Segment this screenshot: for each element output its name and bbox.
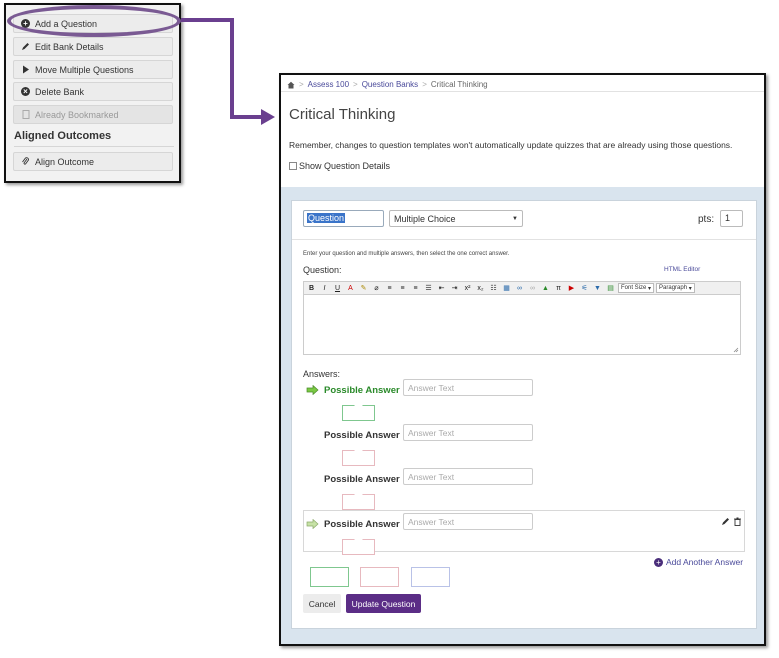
answer-text-input[interactable]: Answer Text bbox=[403, 513, 533, 530]
answer-text-input[interactable]: Answer Text bbox=[403, 468, 533, 485]
align-center-button[interactable]: ≡ bbox=[397, 283, 408, 293]
link-button[interactable]: ∞ bbox=[514, 283, 525, 293]
answer-comment-box[interactable] bbox=[342, 405, 375, 421]
answers-label: Answers: bbox=[303, 369, 341, 379]
breadcrumb-course[interactable]: Assess 100 bbox=[308, 80, 349, 89]
underline-button[interactable]: U bbox=[332, 283, 343, 293]
breadcrumb-separator: > bbox=[353, 80, 358, 89]
divider bbox=[292, 239, 756, 240]
divider bbox=[281, 91, 764, 92]
general-comments-box[interactable] bbox=[411, 567, 450, 587]
wrong-comments-box[interactable] bbox=[360, 567, 399, 587]
trash-icon[interactable] bbox=[733, 517, 742, 526]
answer-comment-box[interactable] bbox=[342, 494, 375, 510]
html-editor-link[interactable]: HTML Editor bbox=[664, 266, 700, 273]
filter-button[interactable]: ▼ bbox=[592, 283, 603, 293]
question-text-area[interactable] bbox=[303, 295, 741, 355]
question-editor: Question Multiple Choice ▼ pts: 1 Enter … bbox=[291, 200, 757, 629]
text-color-button[interactable]: A bbox=[345, 283, 356, 293]
align-left-button[interactable]: ≡ bbox=[384, 283, 395, 293]
update-question-button[interactable]: Update Question bbox=[346, 594, 421, 613]
breadcrumb-separator: > bbox=[299, 80, 304, 89]
possible-answer-label: Possible Answer bbox=[324, 474, 400, 485]
media-button[interactable]: ▶ bbox=[566, 283, 577, 293]
breadcrumb-question-banks[interactable]: Question Banks bbox=[362, 80, 418, 89]
subscript-button[interactable]: x₂ bbox=[475, 283, 486, 293]
superscript-button[interactable]: x² bbox=[462, 283, 473, 293]
answer-comment-box[interactable] bbox=[342, 450, 375, 466]
answer-text-input[interactable]: Answer Text bbox=[403, 379, 533, 396]
font-size-select[interactable]: Font Size ▾ bbox=[618, 283, 655, 293]
equation-button[interactable]: π bbox=[553, 283, 564, 293]
notice-text: Remember, changes to question templates … bbox=[289, 140, 733, 150]
possible-answer-label: Possible Answer bbox=[324, 430, 400, 441]
points-label: pts: bbox=[698, 214, 715, 225]
add-another-answer-link[interactable]: + Add Another Answer bbox=[654, 557, 743, 567]
outdent-button[interactable]: ⇤ bbox=[436, 283, 447, 293]
answer-row-actions bbox=[721, 517, 742, 526]
paragraph-select[interactable]: Paragraph ▾ bbox=[656, 283, 695, 293]
set-correct-arrow-icon[interactable] bbox=[306, 519, 319, 529]
unlink-button[interactable]: ∞ bbox=[527, 283, 538, 293]
document-button[interactable]: ▤ bbox=[605, 283, 616, 293]
pencil-icon[interactable] bbox=[721, 517, 730, 526]
points-input[interactable]: 1 bbox=[720, 210, 743, 227]
question-label: Question: bbox=[303, 265, 342, 275]
plus-circle-icon: + bbox=[654, 557, 663, 567]
answer-text-input[interactable]: Answer Text bbox=[403, 424, 533, 441]
align-right-button[interactable]: ≡ bbox=[410, 283, 421, 293]
breadcrumb-current: Critical Thinking bbox=[430, 80, 488, 89]
clear-format-button[interactable]: ⌀ bbox=[371, 283, 382, 293]
question-name-input[interactable]: Question bbox=[303, 210, 384, 227]
possible-answer-label: Possible Answer bbox=[324, 385, 400, 396]
show-question-details-toggle[interactable]: Show Question Details bbox=[289, 161, 390, 171]
possible-answer-label: Possible Answer bbox=[324, 519, 400, 530]
show-details-checkbox[interactable] bbox=[289, 162, 297, 170]
indent-button[interactable]: ⇥ bbox=[449, 283, 460, 293]
cancel-button[interactable]: Cancel bbox=[303, 594, 341, 613]
numbered-list-button[interactable]: ☷ bbox=[488, 283, 499, 293]
question-bank-window: > Assess 100 > Question Banks > Critical… bbox=[279, 73, 766, 646]
bullet-list-button[interactable]: ☰ bbox=[423, 283, 434, 293]
breadcrumb-separator: > bbox=[422, 80, 427, 89]
question-type-select[interactable]: Multiple Choice ▼ bbox=[389, 210, 523, 227]
resize-handle-icon[interactable] bbox=[733, 347, 739, 353]
correct-answer-arrow-icon[interactable] bbox=[306, 385, 319, 395]
image-button[interactable]: ▲ bbox=[540, 283, 551, 293]
bold-button[interactable]: B bbox=[306, 283, 317, 293]
italic-button[interactable]: I bbox=[319, 283, 330, 293]
breadcrumb: > Assess 100 > Question Banks > Critical… bbox=[287, 80, 488, 89]
page-title: Critical Thinking bbox=[289, 106, 396, 123]
dropdown-arrow-icon: ▼ bbox=[512, 215, 518, 222]
answer-comment-box[interactable] bbox=[342, 539, 375, 555]
correct-comments-box[interactable] bbox=[310, 567, 349, 587]
home-icon[interactable] bbox=[287, 81, 295, 89]
highlight-color-button[interactable]: ✎ bbox=[358, 283, 369, 293]
edit-table-button[interactable]: ▦ bbox=[501, 283, 512, 293]
instructions-text: Enter your question and multiple answers… bbox=[303, 251, 510, 257]
rich-text-toolbar: B I U A ✎ ⌀ ≡ ≡ ≡ ☰ ⇤ ⇥ x² x₂ ☷ ▦ ∞ ∞ ▲ … bbox=[303, 281, 741, 295]
chart-button[interactable]: ⚟ bbox=[579, 283, 590, 293]
question-editor-area: Question Multiple Choice ▼ pts: 1 Enter … bbox=[281, 187, 764, 644]
